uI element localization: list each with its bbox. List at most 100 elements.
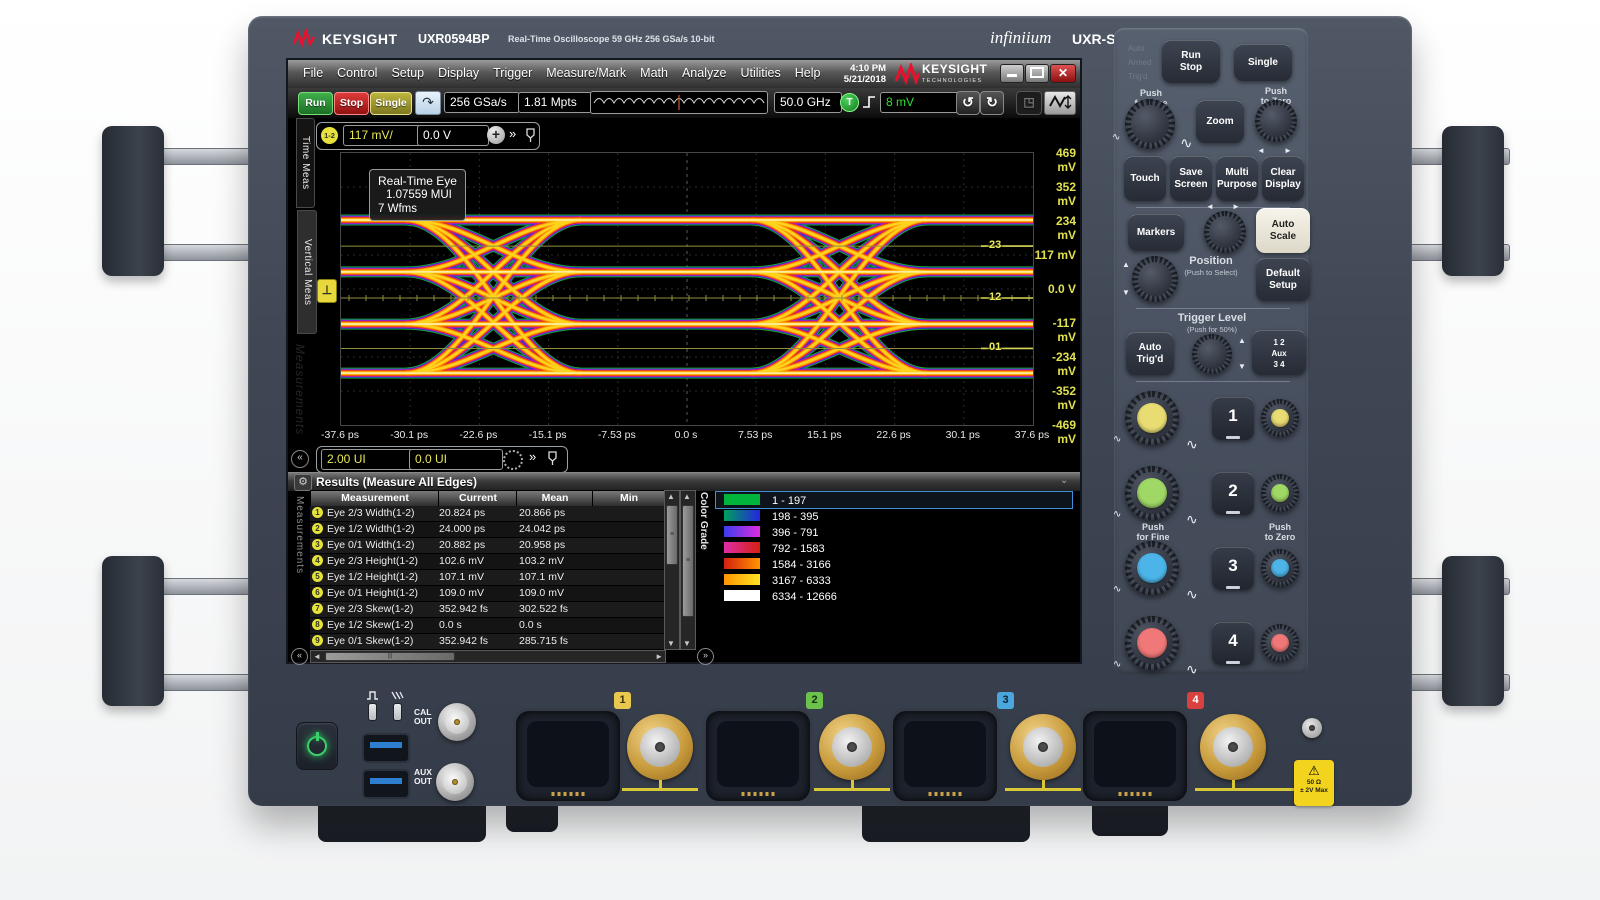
vertical-offset-field[interactable]: 0.0 V — [417, 125, 489, 146]
menu-item-trigger[interactable]: Trigger — [486, 60, 539, 87]
restore-button[interactable] — [1025, 64, 1049, 83]
channel-2-scale-knob[interactable] — [1125, 466, 1179, 520]
channel-1-enable-button[interactable]: 1 — [1212, 397, 1254, 440]
menu-item-analyze[interactable]: Analyze — [675, 60, 733, 87]
channel-1-input-connector[interactable] — [627, 714, 693, 780]
channel-3-input-connector[interactable] — [1010, 714, 1076, 780]
zoom-hardkey[interactable]: Zoom — [1196, 100, 1244, 143]
channel-4-scale-knob[interactable] — [1125, 616, 1179, 670]
menu-item-display[interactable]: Display — [431, 60, 486, 87]
cursor-position-knob[interactable] — [1132, 256, 1178, 302]
ui-position-field[interactable]: 0.0 UI — [409, 449, 503, 470]
horizontal-delay-widget[interactable] — [590, 91, 768, 114]
color-grade-row[interactable]: 792 - 1583 — [716, 540, 1072, 556]
cal-out-connector[interactable] — [438, 703, 476, 741]
waveform-plot[interactable]: Real-Time Eye 1.07559 MUI 7 Wfms ⊥ 23120… — [340, 152, 1034, 426]
channel-4-offset-knob[interactable] — [1261, 624, 1299, 662]
scroll-up-icon[interactable]: ▲ — [681, 492, 693, 501]
pin-icon[interactable] — [525, 128, 536, 143]
column-header-current[interactable]: Current — [438, 490, 518, 507]
expand-chevrons-icon[interactable]: » — [529, 449, 536, 464]
channel-badge[interactable]: 1-2 — [321, 127, 338, 144]
single-button[interactable]: Single — [370, 92, 412, 115]
auto-scale-hardkey[interactable]: Auto Scale — [1256, 208, 1310, 253]
table-row[interactable]: 7Eye 2/3 Skew(1-2)352.942 fs302.522 fs11… — [310, 602, 664, 618]
table-row[interactable]: 8Eye 1/2 Skew(1-2)0.0 s0.0 s0.0 s — [310, 618, 664, 634]
usb-port[interactable] — [362, 733, 410, 763]
collapse-corner-button[interactable]: « — [291, 648, 308, 665]
auto-trigd-hardkey[interactable]: Auto Trig'd — [1126, 332, 1174, 375]
channel-2-offset-knob[interactable] — [1261, 474, 1299, 512]
channel-2-input-connector[interactable] — [819, 714, 885, 780]
scroll-down-icon[interactable]: ▼ — [681, 639, 693, 648]
color-grade-row[interactable]: 6334 - 12666 — [716, 588, 1072, 604]
esd-ground-jack[interactable] — [1302, 718, 1322, 738]
multi-purpose-hardkey[interactable]: Multi Purpose — [1216, 156, 1258, 201]
scroll-left-icon[interactable]: ◄ — [313, 652, 321, 661]
channel-4-input-connector[interactable] — [1200, 714, 1266, 780]
channel-1-scale-knob[interactable] — [1125, 391, 1179, 445]
menu-item-measuremark[interactable]: Measure/Mark — [539, 60, 633, 87]
power-button[interactable] — [296, 722, 338, 770]
run-button[interactable]: Run — [298, 92, 333, 115]
stop-button[interactable]: Stop — [334, 92, 369, 115]
table-row[interactable]: 6Eye 0/1 Height(1-2)109.0 mV109.0 mV109.… — [310, 586, 664, 602]
channel-1-offset-knob[interactable] — [1261, 399, 1299, 437]
menu-item-setup[interactable]: Setup — [384, 60, 431, 87]
redo-button[interactable]: ↻ — [980, 91, 1004, 115]
scroll-down-icon[interactable]: ▼ — [665, 639, 677, 648]
table-row[interactable]: 1Eye 2/3 Width(1-2)20.824 ps20.866 ps20.… — [310, 506, 664, 522]
ground-level-marker[interactable]: ⊥ — [317, 279, 337, 303]
scroll-right-icon[interactable]: ► — [655, 652, 663, 661]
channel-3-scale-knob[interactable] — [1125, 541, 1179, 595]
save-screen-hardkey[interactable]: Save Screen — [1170, 156, 1212, 201]
table-row[interactable]: 3Eye 0/1 Width(1-2)20.882 ps20.958 ps20.… — [310, 538, 664, 554]
run-stop-hardkey[interactable]: Run Stop — [1162, 40, 1220, 83]
tab-vertical-meas[interactable]: Vertical Meas — [297, 210, 317, 334]
table-row[interactable]: 5Eye 1/2 Height(1-2)107.1 mV107.1 mV106.… — [310, 570, 664, 586]
menu-item-utilities[interactable]: Utilities — [733, 60, 787, 87]
color-grade-row[interactable]: 3167 - 6333 — [716, 572, 1072, 588]
touch-hardkey[interactable]: Touch — [1124, 156, 1166, 201]
horizontal-position-knob[interactable] — [1255, 100, 1297, 142]
close-button[interactable]: ✕ — [1050, 64, 1076, 83]
channel-4-enable-button[interactable]: 4 — [1212, 622, 1254, 665]
scrollbar-thumb[interactable]: ||| — [325, 652, 455, 661]
probe-socket[interactable] — [513, 708, 623, 804]
sample-rate-field[interactable]: 256 GSa/s — [444, 92, 520, 113]
color-grade-row[interactable]: 1 - 197 — [715, 491, 1073, 509]
trigger-source-badge[interactable]: T — [840, 93, 859, 112]
results-hscrollbar[interactable]: ◄ ||| ► — [310, 650, 666, 663]
color-grade-row[interactable]: 1584 - 3166 — [716, 556, 1072, 572]
channel-3-enable-button[interactable]: 3 — [1212, 547, 1254, 590]
touch-toggle-button[interactable]: ↷ — [415, 91, 441, 115]
column-header-measurement[interactable]: Measurement — [310, 490, 440, 507]
probe-socket[interactable] — [1080, 708, 1190, 804]
dotted-knob-icon[interactable] — [503, 450, 523, 470]
column-header-mean[interactable]: Mean — [516, 490, 594, 507]
usb-port[interactable] — [362, 769, 410, 799]
expand-chevrons-icon[interactable]: » — [509, 126, 516, 141]
channel-3-offset-knob[interactable] — [1261, 549, 1299, 587]
scrollbar-thumb[interactable]: ≡ — [682, 505, 694, 617]
scroll-up-icon[interactable]: ▲ — [665, 492, 677, 501]
default-setup-hardkey[interactable]: Default Setup — [1256, 258, 1310, 301]
menu-item-control[interactable]: Control — [330, 60, 384, 87]
pointer-mode-button[interactable]: ◳ — [1016, 91, 1042, 115]
aux-out-connector[interactable] — [436, 763, 474, 801]
color-grade-row[interactable]: 198 - 395 — [716, 508, 1072, 524]
annotate-waveform-button[interactable] — [1044, 91, 1076, 115]
color-grade-row[interactable]: 396 - 791 — [716, 524, 1072, 540]
grade-expand-icon[interactable]: » — [697, 648, 714, 665]
results-settings-button[interactable]: ⚙ — [294, 474, 312, 491]
bandwidth-field[interactable]: 50.0 GHz — [774, 92, 842, 113]
marker-position-knob[interactable] — [1204, 211, 1246, 253]
column-header-min[interactable]: Min — [592, 490, 666, 507]
trigger-level-field[interactable]: 8 mV — [880, 92, 962, 113]
menu-item-math[interactable]: Math — [633, 60, 675, 87]
channel-2-enable-button[interactable]: 2 — [1212, 472, 1254, 515]
memory-depth-field[interactable]: 1.81 Mpts — [518, 92, 592, 113]
minimize-button[interactable] — [1000, 64, 1024, 83]
trigger-level-knob[interactable] — [1192, 334, 1232, 374]
vertical-scale-field[interactable]: 117 mV/ — [343, 125, 421, 146]
